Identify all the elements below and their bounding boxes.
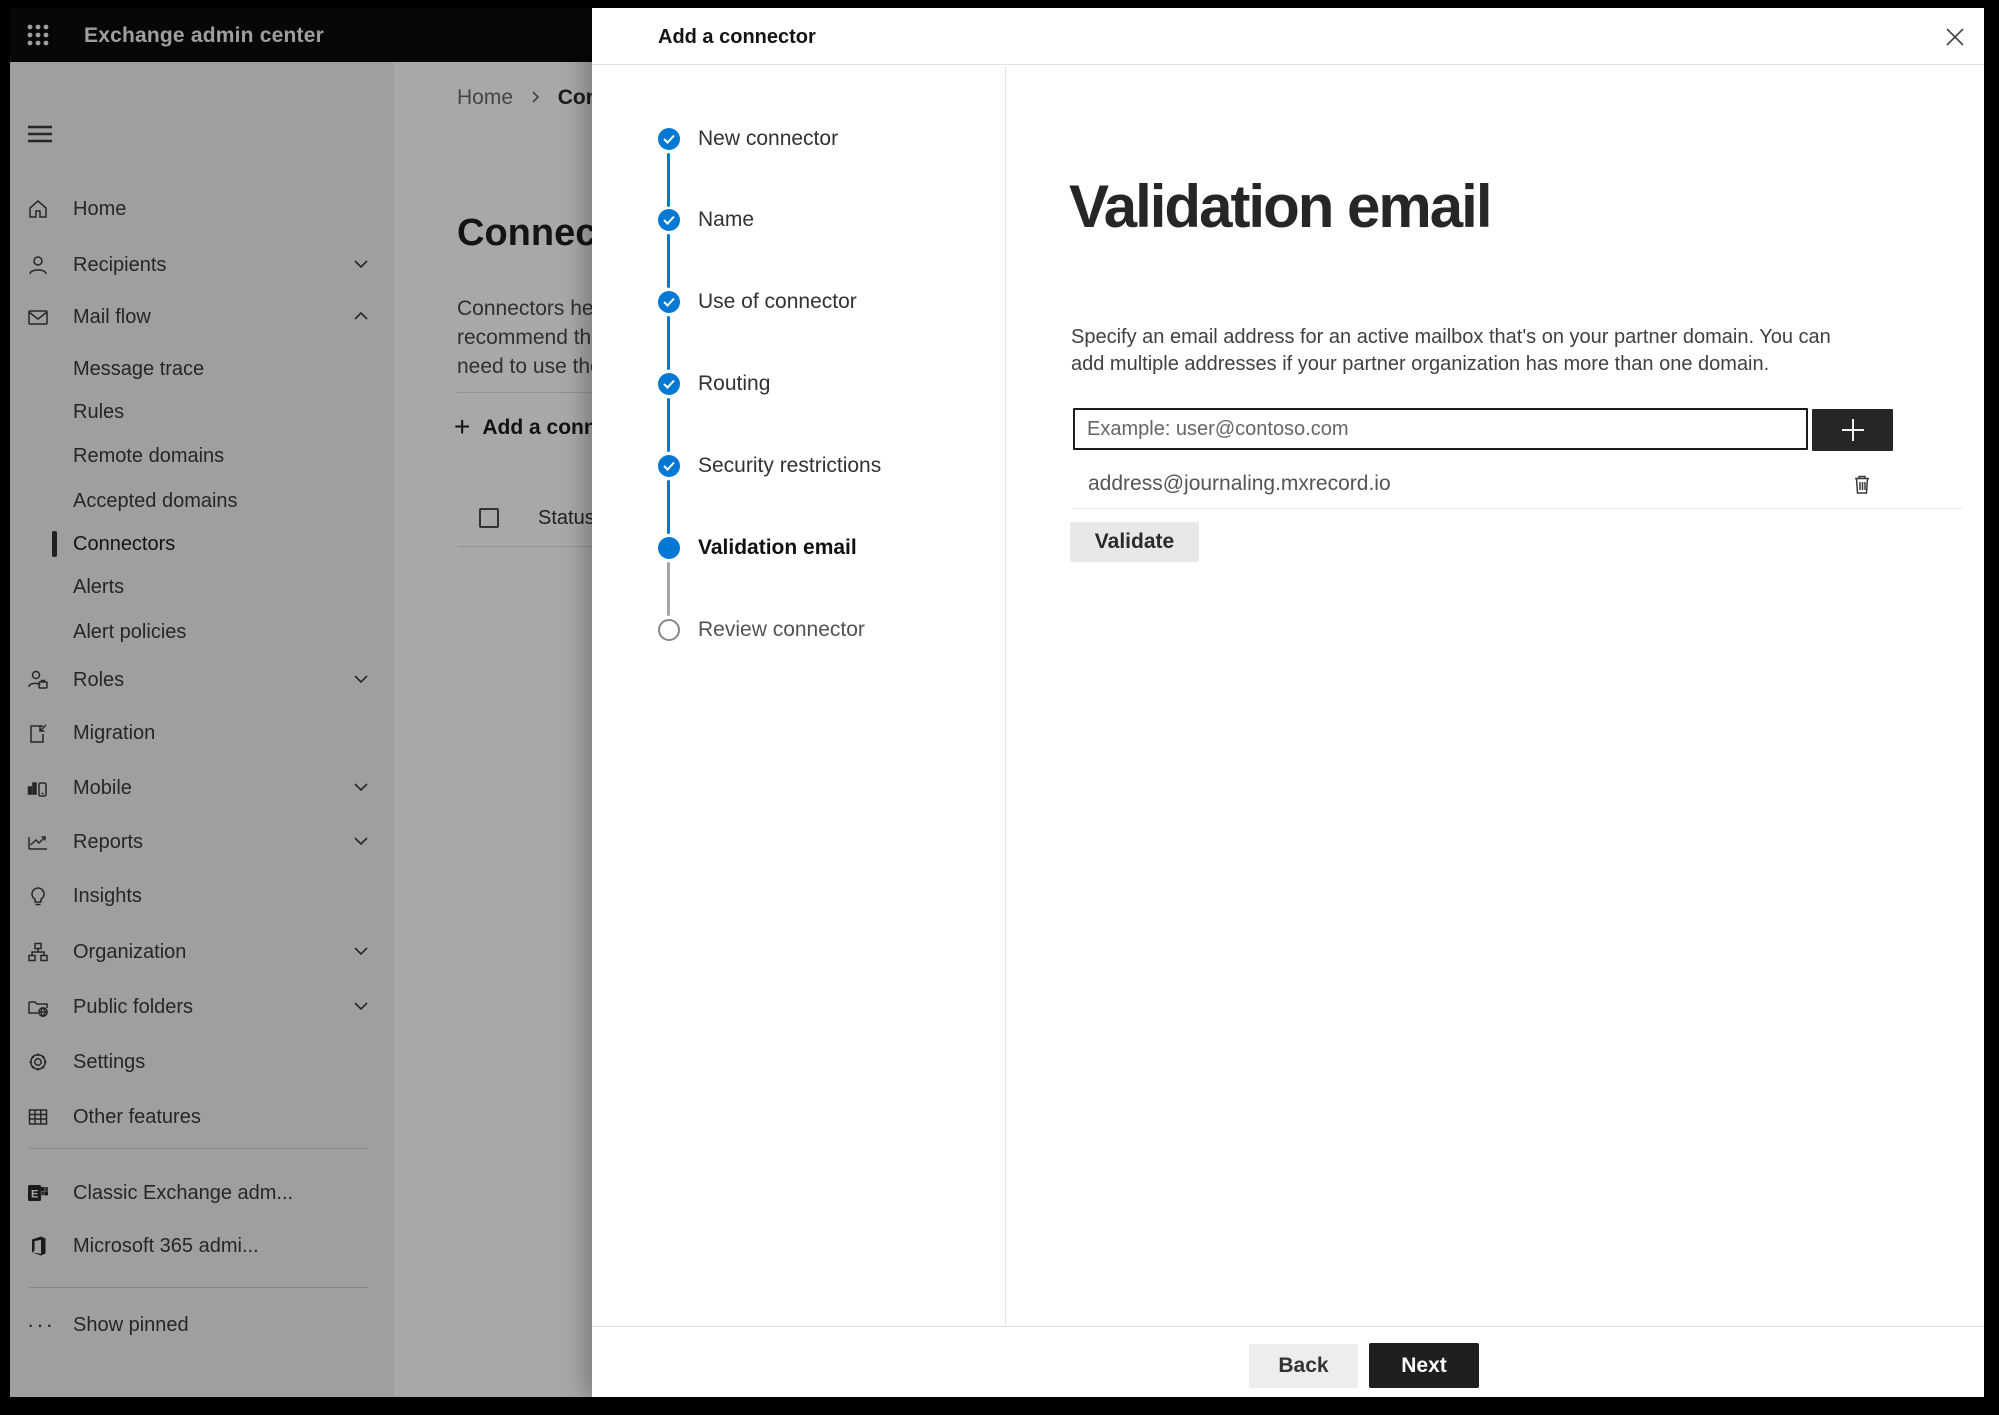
step-complete-icon (658, 291, 680, 313)
validate-button[interactable]: Validate (1070, 522, 1199, 562)
dialog-footer: Back Next (592, 1326, 1984, 1397)
step-connector-line (667, 480, 670, 534)
step-name[interactable]: Name (592, 204, 1005, 236)
step-review-connector[interactable]: Review connector (592, 614, 1005, 646)
step-heading: Validation email (1069, 173, 1492, 240)
added-email-row: address@journaling.mxrecord.io (1006, 464, 1966, 504)
step-complete-icon (658, 128, 680, 150)
step-complete-icon (658, 373, 680, 395)
step-new-connector[interactable]: New connector (592, 123, 1005, 155)
validation-email-pane: Validation email Specify an email addres… (1006, 66, 1984, 1326)
step-description: Specify an email address for an active m… (1071, 326, 1831, 375)
add-connector-dialog: Add a connector New connector Name Use o… (592, 8, 1984, 1397)
step-connector-line (667, 398, 670, 452)
close-icon[interactable] (1934, 16, 1976, 58)
back-button[interactable]: Back (1249, 1344, 1358, 1388)
step-use-of-connector[interactable]: Use of connector (592, 286, 1005, 318)
next-button[interactable]: Next (1369, 1343, 1479, 1388)
step-connector-line (667, 316, 670, 370)
step-complete-icon (658, 455, 680, 477)
wizard-steps-pane: New connector Name Use of connector Rout… (592, 66, 1005, 1326)
step-connector-line (667, 234, 670, 288)
add-email-button[interactable] (1812, 409, 1893, 451)
divider (1072, 508, 1962, 509)
step-current-icon (658, 537, 680, 559)
delete-email-button[interactable] (1842, 464, 1882, 504)
added-email-address: address@journaling.mxrecord.io (1088, 472, 1391, 495)
step-complete-icon (658, 209, 680, 231)
app-window: Exchange admin center Home Recipients Ma… (10, 8, 1984, 1397)
step-upcoming-icon (658, 619, 680, 641)
dialog-title: Add a connector (658, 26, 816, 48)
step-connector-line (667, 562, 670, 616)
dialog-header: Add a connector (592, 8, 1984, 65)
step-validation-email[interactable]: Validation email (592, 532, 1005, 564)
step-security-restrictions[interactable]: Security restrictions (592, 450, 1005, 482)
validation-email-input[interactable] (1073, 408, 1808, 450)
step-connector-line (667, 153, 670, 207)
step-routing[interactable]: Routing (592, 368, 1005, 400)
